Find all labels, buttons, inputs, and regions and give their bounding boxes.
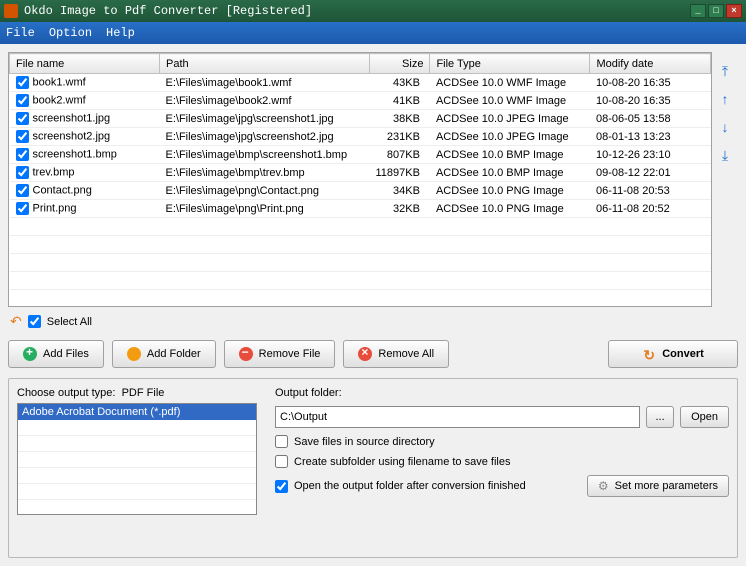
- output-type-option[interactable]: Adobe Acrobat Document (*.pdf): [18, 404, 256, 420]
- table-row[interactable]: screenshot1.bmpE:\Files\image\bmp\screen…: [10, 146, 711, 164]
- gear-icon: [598, 479, 609, 493]
- select-all-checkbox[interactable]: [28, 315, 41, 328]
- col-size[interactable]: Size: [370, 54, 430, 74]
- titlebar: Okdo Image to Pdf Converter [Registered]…: [0, 0, 746, 22]
- row-checkbox[interactable]: [16, 202, 29, 215]
- open-folder-button[interactable]: Open: [680, 406, 729, 428]
- col-path[interactable]: Path: [160, 54, 370, 74]
- menu-help[interactable]: Help: [106, 26, 135, 40]
- output-folder-input[interactable]: [275, 406, 640, 428]
- move-up-button[interactable]: ↑: [716, 90, 734, 108]
- save-source-checkbox[interactable]: [275, 435, 288, 448]
- table-row[interactable]: book1.wmfE:\Files\image\book1.wmf43KBACD…: [10, 74, 711, 92]
- col-date[interactable]: Modify date: [590, 54, 711, 74]
- remove-file-button[interactable]: Remove File: [224, 340, 336, 368]
- col-name[interactable]: File name: [10, 54, 160, 74]
- create-subfolder-label: Create subfolder using filename to save …: [294, 456, 510, 468]
- output-type-value: PDF File: [122, 387, 165, 399]
- output-type-list[interactable]: Adobe Acrobat Document (*.pdf): [17, 403, 257, 515]
- table-row[interactable]: trev.bmpE:\Files\image\bmp\trev.bmp11897…: [10, 164, 711, 182]
- move-bottom-button[interactable]: ⤓: [716, 146, 734, 164]
- browse-button[interactable]: ...: [646, 406, 674, 428]
- menu-file[interactable]: File: [6, 26, 35, 40]
- row-checkbox[interactable]: [16, 148, 29, 161]
- create-subfolder-checkbox[interactable]: [275, 455, 288, 468]
- add-folder-button[interactable]: Add Folder: [112, 340, 216, 368]
- app-icon: [4, 4, 18, 18]
- menubar: File Option Help: [0, 22, 746, 44]
- open-after-checkbox[interactable]: [275, 480, 288, 493]
- table-row[interactable]: book2.wmfE:\Files\image\book2.wmf41KBACD…: [10, 92, 711, 110]
- window-title: Okdo Image to Pdf Converter [Registered]: [24, 4, 688, 18]
- remove-all-button[interactable]: Remove All: [343, 340, 449, 368]
- close-button[interactable]: ×: [726, 4, 742, 18]
- table-row[interactable]: screenshot1.jpgE:\Files\image\jpg\screen…: [10, 110, 711, 128]
- save-source-label: Save files in source directory: [294, 436, 435, 448]
- row-checkbox[interactable]: [16, 112, 29, 125]
- add-icon: [23, 347, 37, 361]
- row-checkbox[interactable]: [16, 184, 29, 197]
- row-checkbox[interactable]: [16, 76, 29, 89]
- table-row[interactable]: Contact.pngE:\Files\image\png\Contact.pn…: [10, 182, 711, 200]
- row-checkbox[interactable]: [16, 130, 29, 143]
- row-checkbox[interactable]: [16, 94, 29, 107]
- folder-icon: [127, 347, 141, 361]
- move-down-button[interactable]: ↓: [716, 118, 734, 136]
- select-all-label: Select All: [47, 316, 92, 328]
- minimize-button[interactable]: _: [690, 4, 706, 18]
- maximize-button[interactable]: □: [708, 4, 724, 18]
- remove-icon: [239, 347, 253, 361]
- convert-button[interactable]: Convert: [608, 340, 738, 368]
- add-files-button[interactable]: Add Files: [8, 340, 104, 368]
- open-after-label: Open the output folder after conversion …: [294, 480, 526, 492]
- remove-all-icon: [358, 347, 372, 361]
- table-row[interactable]: screenshot2.jpgE:\Files\image\jpg\screen…: [10, 128, 711, 146]
- move-top-button[interactable]: ⤒: [716, 62, 734, 80]
- output-type-label: Choose output type:: [17, 387, 115, 399]
- col-type[interactable]: File Type: [430, 54, 590, 74]
- up-arrow-icon: ↶: [10, 313, 22, 330]
- file-table[interactable]: File name Path Size File Type Modify dat…: [8, 52, 712, 307]
- convert-icon: [642, 347, 656, 361]
- output-folder-label: Output folder:: [275, 387, 729, 399]
- table-row[interactable]: Print.pngE:\Files\image\png\Print.png32K…: [10, 200, 711, 218]
- set-parameters-button[interactable]: Set more parameters: [587, 475, 729, 497]
- menu-option[interactable]: Option: [49, 26, 92, 40]
- row-checkbox[interactable]: [16, 166, 29, 179]
